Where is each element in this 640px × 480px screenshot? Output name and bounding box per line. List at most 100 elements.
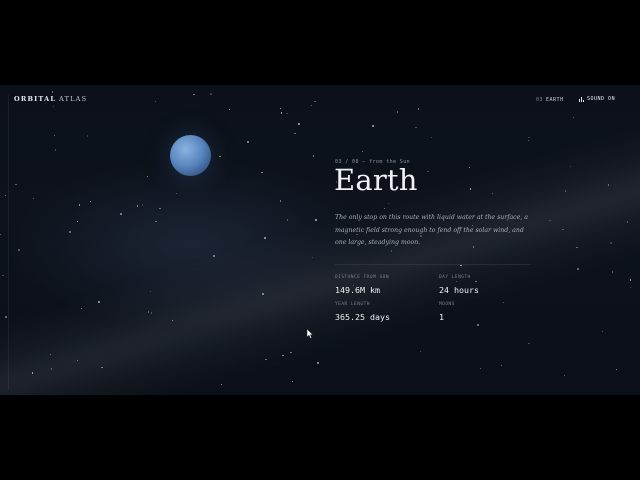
star xyxy=(219,155,221,158)
star xyxy=(549,220,551,222)
star xyxy=(383,207,385,210)
star xyxy=(149,290,151,292)
star xyxy=(76,220,79,223)
star xyxy=(528,343,530,345)
planet-description: The only stop on this route with liquid … xyxy=(335,214,528,246)
star xyxy=(155,220,157,222)
mouse-pointer-icon xyxy=(306,328,314,339)
side-rule xyxy=(8,95,9,390)
star xyxy=(101,366,103,368)
stat-label: MOONS xyxy=(439,302,455,307)
star xyxy=(430,136,432,138)
star xyxy=(291,380,293,383)
star xyxy=(159,208,161,210)
star xyxy=(565,190,567,192)
star xyxy=(577,268,579,270)
star xyxy=(18,249,20,251)
logo[interactable]: ORBITAL ATLAS xyxy=(14,95,87,103)
star xyxy=(290,351,292,354)
star xyxy=(572,117,574,119)
star xyxy=(477,324,479,326)
star xyxy=(317,362,319,364)
star xyxy=(420,351,422,353)
star xyxy=(502,301,504,303)
space-scene: ORBITAL ATLAS 03 EARTH SOUND ON xyxy=(0,85,640,395)
star xyxy=(460,265,462,267)
star xyxy=(629,279,631,281)
stat-value: 365.25 days xyxy=(335,312,390,322)
star xyxy=(610,242,612,244)
logo-primary: ORBITAL xyxy=(14,95,57,103)
star xyxy=(528,139,530,141)
star xyxy=(611,271,613,273)
star xyxy=(601,330,603,332)
starfield xyxy=(0,85,640,395)
star xyxy=(469,188,472,190)
earth-planet-graphic[interactable] xyxy=(170,135,211,176)
current-planet-nav[interactable]: 03 EARTH xyxy=(536,97,564,103)
star xyxy=(4,195,6,197)
stat-moons: MOONS 1 xyxy=(439,302,455,322)
stat-day-length: DAY LENGTH 24 hours xyxy=(439,275,479,295)
star xyxy=(362,150,364,153)
star xyxy=(86,135,89,137)
star xyxy=(576,246,578,248)
star xyxy=(261,172,263,174)
star xyxy=(415,126,417,128)
star xyxy=(120,213,122,215)
stats-divider xyxy=(335,264,531,265)
stat-label: YEAR LENGTH xyxy=(335,302,371,307)
star xyxy=(142,204,144,206)
stat-year-length: YEAR LENGTH 365.25 days xyxy=(335,302,390,322)
sound-toggle-button[interactable]: SOUND ON xyxy=(579,96,615,102)
star xyxy=(150,312,152,314)
star xyxy=(626,221,629,223)
star xyxy=(500,364,503,367)
stat-label: DAY LENGTH xyxy=(439,275,471,280)
stat-value: 1 xyxy=(439,312,444,322)
star xyxy=(54,134,56,137)
star xyxy=(146,175,148,177)
star xyxy=(629,286,632,288)
star xyxy=(286,219,289,221)
star xyxy=(175,192,177,195)
star xyxy=(265,358,267,360)
star xyxy=(615,368,618,370)
star xyxy=(2,274,4,276)
star xyxy=(69,231,71,233)
logo-secondary: ATLAS xyxy=(59,95,88,103)
sound-label: SOUND ON xyxy=(587,96,616,102)
stat-label: DISTANCE FROM SUN xyxy=(335,275,390,280)
current-planet-name: EARTH xyxy=(546,97,564,103)
star xyxy=(528,136,530,138)
star xyxy=(282,355,284,357)
star xyxy=(148,311,150,313)
star xyxy=(78,204,81,206)
star xyxy=(5,316,7,318)
star xyxy=(491,192,493,194)
star xyxy=(570,165,572,168)
star xyxy=(32,197,35,200)
star xyxy=(311,256,314,258)
star xyxy=(80,307,83,310)
planet-title: Earth xyxy=(334,163,418,197)
current-planet-number: 03 xyxy=(536,97,544,103)
star xyxy=(247,141,249,143)
star xyxy=(98,301,100,303)
star xyxy=(372,125,374,127)
star xyxy=(294,132,296,135)
star xyxy=(220,384,222,386)
star xyxy=(15,184,17,186)
stat-distance: DISTANCE FROM SUN 149.6M km xyxy=(335,275,389,295)
star xyxy=(279,200,281,202)
star xyxy=(50,368,52,370)
star xyxy=(76,360,78,362)
star xyxy=(31,372,34,374)
star xyxy=(50,353,52,356)
star xyxy=(264,237,266,239)
star xyxy=(54,149,57,151)
star xyxy=(213,255,215,257)
star xyxy=(136,205,139,207)
star xyxy=(298,123,300,125)
star xyxy=(262,293,264,295)
